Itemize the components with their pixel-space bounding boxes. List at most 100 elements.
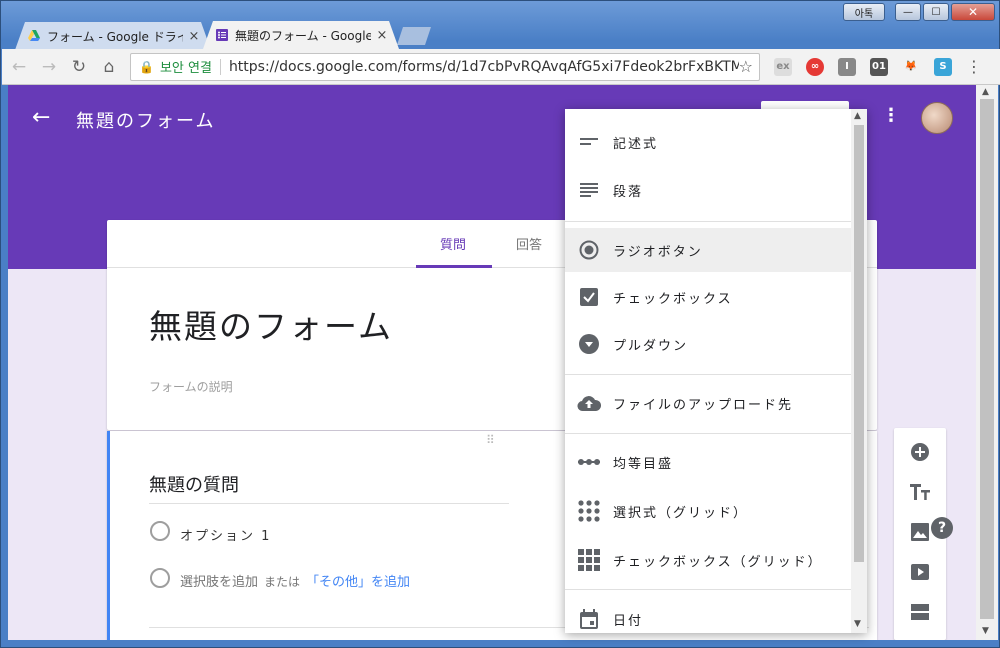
divider <box>565 589 851 590</box>
forward-button[interactable]: → <box>36 54 62 80</box>
title-text-icon[interactable] <box>908 480 932 504</box>
back-button[interactable]: ← <box>6 54 32 80</box>
extension-01-icon[interactable]: 01 <box>870 57 888 76</box>
or-label: または <box>264 575 301 589</box>
secure-label: 보안 연결 <box>159 61 212 76</box>
reload-button[interactable]: ↻ <box>66 54 92 80</box>
date-icon <box>577 607 601 631</box>
extension-ex-icon[interactable]: ex <box>774 57 792 76</box>
dropdown-icon <box>577 332 601 356</box>
title-bar: 아톡 — ☐ ✕ フォーム - Google ドライブ × <box>1 1 1000 49</box>
image-icon[interactable] <box>908 520 932 544</box>
divider <box>565 433 851 434</box>
extension-i-icon[interactable]: I <box>838 57 856 76</box>
active-tab-indicator <box>416 265 492 268</box>
add-option-link[interactable]: 選択肢を追加 <box>180 575 258 590</box>
tab-forms[interactable]: 無題のフォーム - Google フォーム × <box>203 21 399 49</box>
menu-item-label: チェックボックス <box>613 291 733 307</box>
menu-item-checkbox[interactable]: チェックボックス <box>565 275 851 319</box>
address-bar[interactable]: 🔒 보안 연결 https://docs.google.com/forms/d/… <box>130 52 760 81</box>
scroll-up-icon[interactable]: ▲ <box>982 87 989 97</box>
more-options-icon[interactable]: ⋮ <box>882 105 900 126</box>
radio-circle-icon <box>150 521 170 541</box>
scrollbar-thumb[interactable] <box>980 99 994 619</box>
menu-item-label: 記述式 <box>613 136 659 152</box>
extension-fox-icon[interactable]: 🦊 <box>902 58 920 76</box>
add-question-icon[interactable] <box>908 440 932 464</box>
menu-item-short-answer[interactable]: 記述式 <box>565 120 851 164</box>
home-button[interactable]: ⌂ <box>96 54 122 80</box>
new-tab-button[interactable] <box>397 27 431 45</box>
menu-item-radio[interactable]: ラジオボタン <box>565 228 851 272</box>
minimize-button[interactable]: — <box>895 3 921 21</box>
menu-item-label: 均等目盛 <box>613 456 674 472</box>
menu-item-date[interactable]: 日付 <box>565 597 851 633</box>
option-1-field[interactable]: オプション 1 <box>180 525 271 544</box>
radio-button-icon <box>577 238 601 262</box>
divider <box>565 221 851 222</box>
help-icon[interactable]: ? <box>931 517 953 539</box>
form-title[interactable]: 無題のフォーム <box>149 300 393 348</box>
bookmark-star-icon[interactable]: ☆ <box>739 57 753 76</box>
scroll-up-icon[interactable]: ▲ <box>854 111 861 121</box>
menu-item-label: 選択式（グリッド） <box>613 505 749 521</box>
tab-close-icon[interactable]: × <box>187 29 201 44</box>
user-button[interactable]: 아톡 <box>843 3 885 21</box>
tab-title: フォーム - Google ドライブ <box>47 29 183 44</box>
video-icon[interactable] <box>908 560 932 584</box>
tab-close-icon[interactable]: × <box>375 28 389 43</box>
add-other-link[interactable]: 「その他」を追加 <box>306 575 410 590</box>
section-icon[interactable] <box>908 600 932 624</box>
menu-item-label: 日付 <box>613 613 644 629</box>
avatar[interactable] <box>921 102 953 134</box>
tab-strip: フォーム - Google ドライブ × 無題のフォーム - Google フォ… <box>15 21 431 49</box>
dropdown-scrollbar[interactable]: ▲ ▼ <box>851 109 867 633</box>
lock-icon: 🔒 <box>139 59 154 74</box>
question-title-field[interactable]: 無題の質問 <box>149 471 509 504</box>
checkbox-icon <box>577 285 601 309</box>
grid-icon <box>577 499 601 523</box>
menu-item-upload[interactable]: ファイルのアップロード先 <box>565 381 851 425</box>
header-form-title[interactable]: 無題のフォーム <box>76 107 215 133</box>
menu-item-label: ファイルのアップロード先 <box>613 397 794 413</box>
menu-item-dropdown[interactable]: プルダウン <box>565 322 851 366</box>
extension-infinity-icon[interactable]: ∞ <box>806 57 824 76</box>
divider <box>565 374 851 375</box>
google-drive-icon <box>27 29 41 43</box>
menu-item-linear-scale[interactable]: 均等目盛 <box>565 440 851 484</box>
back-arrow-icon[interactable]: ← <box>32 105 50 130</box>
url-text[interactable]: https://docs.google.com/forms/d/1d7cbPvR… <box>229 59 739 75</box>
menu-item-label: 段落 <box>613 184 644 200</box>
form-description-field[interactable]: フォームの説明 <box>149 378 233 395</box>
tab-responses[interactable]: 回答 <box>516 234 542 253</box>
tab-questions[interactable]: 質問 <box>440 234 466 253</box>
maximize-button[interactable]: ☐ <box>923 3 949 21</box>
radio-circle-icon <box>150 568 170 588</box>
browser-toolbar: ← → ↻ ⌂ 🔒 보안 연결 https://docs.google.com/… <box>2 49 1000 85</box>
add-option-row: 選択肢を追加 または 「その他」を追加 <box>180 571 410 590</box>
tab-drive[interactable]: フォーム - Google ドライブ × <box>15 22 211 50</box>
scroll-down-icon[interactable]: ▼ <box>982 626 989 636</box>
menu-item-label: ラジオボタン <box>613 244 703 260</box>
scroll-down-icon[interactable]: ▼ <box>854 619 861 629</box>
browser-menu-icon[interactable]: ⋮ <box>966 57 982 76</box>
paragraph-icon <box>577 178 601 202</box>
divider <box>219 58 221 75</box>
google-forms-icon <box>215 28 229 42</box>
menu-item-checkbox-grid[interactable]: チェックボックス（グリッド） <box>565 538 851 582</box>
question-type-dropdown: 記述式 段落 ラジオボタン チェックボックス プルダウン ファイルのアップロード… <box>565 109 867 633</box>
window-controls: 아톡 — ☐ ✕ <box>843 3 995 21</box>
tab-title: 無題のフォーム - Google フォーム <box>235 28 371 43</box>
drag-handle-icon[interactable]: ⠿ <box>486 433 495 447</box>
upload-icon <box>577 391 601 415</box>
linear-scale-icon <box>577 450 601 474</box>
page-scrollbar[interactable]: ▲ ▼ <box>976 85 998 640</box>
menu-item-label: プルダウン <box>613 338 689 354</box>
extension-s-icon[interactable]: S <box>934 57 952 76</box>
menu-item-paragraph[interactable]: 段落 <box>565 168 851 212</box>
menu-item-multiple-choice-grid[interactable]: 選択式（グリッド） <box>565 489 851 533</box>
close-window-button[interactable]: ✕ <box>951 3 995 21</box>
menu-item-label: チェックボックス（グリッド） <box>613 554 823 570</box>
checkbox-grid-icon <box>577 548 601 572</box>
scrollbar-thumb[interactable] <box>854 125 864 562</box>
